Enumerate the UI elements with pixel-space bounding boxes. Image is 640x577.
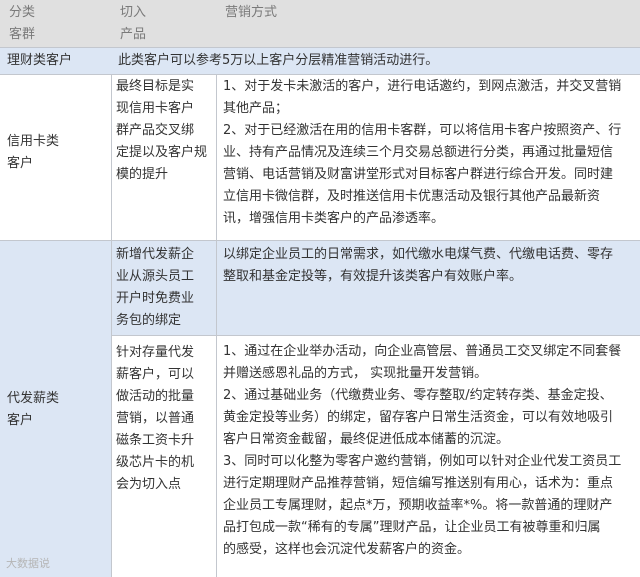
credit-category-cell: 信用卡类 客户	[0, 74, 111, 240]
table-row-credit: 信用卡类 客户 最终目标是实 现信用卡客户 群产品交叉绑 定提以及客户规 模的提…	[0, 74, 640, 240]
header-method: 营销方式	[216, 0, 640, 47]
header-category: 分类 客群	[0, 0, 111, 47]
payroll-entry2-line: 会为切入点	[116, 477, 182, 492]
payroll-method1-line: 以绑定企业员工的日常需求，如代缴水电煤气费、代缴电话费、零存	[223, 247, 614, 262]
payroll-entry2: 针对存量代发 薪客户，可以 做活动的批量 营销，以普通 磁条工资卡升 级芯片卡的…	[111, 335, 216, 496]
payroll-method1: 以绑定企业员工的日常需求，如代缴水电煤气费、代缴电话费、零存 整取和基金定投等，…	[216, 240, 640, 288]
payroll-method2: 1、通过在企业举办活动，向企业高管层、普通员工交叉绑定不同套餐 并赠送感恩礼品的…	[216, 335, 640, 561]
payroll-method2-cell: 1、通过在企业举办活动，向企业高管层、普通员工交叉绑定不同套餐 并赠送感恩礼品的…	[216, 335, 640, 577]
payroll-method1-line: 整取和基金定投等，有效提升该类客户有效账户率。	[223, 269, 523, 284]
header-method-label: 营销方式	[225, 5, 278, 20]
wealth-category-cell: 理财类客户	[0, 47, 111, 74]
table-header: 分类 客群 切入 产品 营销方式	[0, 0, 640, 47]
grid-line	[0, 240, 640, 241]
table-row-payroll: 代发薪类 客户 新增代发薪企 业从源头员工 开户时免费业 务包的绑定 以绑定企业…	[0, 240, 640, 577]
wealth-method: 此类客户可以参考5万以上客户分层精准营销活动进行。	[118, 53, 439, 68]
grid-line	[111, 74, 112, 577]
payroll-method2-line: 黄金定投等业务）的绑定，留存客户日常生活资金，可以有效地吸引	[223, 410, 614, 425]
credit-method-line: 营销、电话营销及财富讲堂形式对目标客户群进行综合开发。同时建	[223, 167, 614, 182]
header-category-line2: 客群	[9, 27, 36, 42]
credit-entry-line: 定提以及客户规	[116, 145, 208, 160]
grid-line	[0, 74, 640, 75]
payroll-entry1-line: 开户时免费业	[116, 291, 195, 306]
credit-entry-line: 最终目标是实	[116, 79, 195, 94]
payroll-method2-line: 品打包成一款“稀有的专属”理财产品，让企业员工有被尊重和归属	[223, 520, 601, 535]
payroll-entry2-line: 针对存量代发	[116, 345, 195, 360]
credit-method-line: 1、对于发卡未激活的客户，进行电话邀约，到网点激活，并交叉营销	[223, 79, 622, 94]
payroll-category-cell: 代发薪类 客户	[0, 240, 111, 577]
payroll-entry1-line: 业从源头员工	[116, 269, 195, 284]
wealth-method-cell: 此类客户可以参考5万以上客户分层精准营销活动进行。	[111, 47, 640, 74]
payroll-entry2-line: 做活动的批量	[116, 389, 195, 404]
payroll-entry1-line: 新增代发薪企	[116, 247, 195, 262]
payroll-method2-line: 2、通过基础业务（代缴费业务、零存整取/约定转存类、基金定投、	[223, 388, 613, 403]
payroll-entry1-cell: 新增代发薪企 业从源头员工 开户时免费业 务包的绑定	[111, 240, 216, 335]
header-entry-line1: 切入	[120, 5, 147, 20]
credit-entry-line: 现信用卡客户	[116, 101, 195, 116]
watermark: 大数据说	[6, 557, 50, 570]
grid-line	[111, 335, 640, 336]
payroll-category: 代发薪类 客户	[0, 240, 111, 432]
grid-line	[0, 47, 640, 48]
payroll-category-line2: 客户	[7, 413, 34, 428]
marketing-table: 分类 客群 切入 产品 营销方式 理财类客户 此类客户可以参考5万以上客户分层精…	[0, 0, 640, 577]
credit-category-line2: 客户	[7, 156, 34, 171]
credit-category-line1: 信用卡类	[7, 134, 60, 149]
payroll-entry2-line: 磁条工资卡升	[116, 433, 195, 448]
grid-line	[216, 74, 217, 577]
payroll-method1-cell: 以绑定企业员工的日常需求，如代缴水电煤气费、代缴电话费、零存 整取和基金定投等，…	[216, 240, 640, 335]
credit-method-cell: 1、对于发卡未激活的客户，进行电话邀约，到网点激活，并交叉营销 其他产品； 2、…	[216, 74, 640, 240]
credit-entry-line: 模的提升	[116, 167, 169, 182]
table-row-wealth: 理财类客户 此类客户可以参考5万以上客户分层精准营销活动进行。	[0, 47, 640, 74]
payroll-method2-line: 企业员工专属理财，起点*万，预期收益率*%。将一款普通的理财产	[223, 498, 613, 513]
payroll-entry2-cell: 针对存量代发 薪客户，可以 做活动的批量 营销，以普通 磁条工资卡升 级芯片卡的…	[111, 335, 216, 577]
payroll-method2-line: 的感受，这样也会沉淀代发薪客户的资金。	[223, 542, 471, 557]
payroll-entry2-line: 薪客户，可以	[116, 367, 195, 382]
payroll-entry2-line: 营销，以普通	[116, 411, 195, 426]
payroll-method2-line: 1、通过在企业举办活动，向企业高管层、普通员工交叉绑定不同套餐	[223, 344, 622, 359]
header-entry-line2: 产品	[120, 27, 147, 42]
payroll-method2-line: 进行定期理财产品推荐营销，短信编写推送别有用心，话术为：重点	[223, 476, 614, 491]
credit-method-line: 立信用卡微信群，及时推送信用卡优惠活动及银行其他产品最新资	[223, 189, 601, 204]
credit-method: 1、对于发卡未激活的客户，进行电话邀约，到网点激活，并交叉营销 其他产品； 2、…	[216, 74, 640, 230]
payroll-entry1: 新增代发薪企 业从源头员工 开户时免费业 务包的绑定	[111, 240, 216, 332]
payroll-entry1-line: 务包的绑定	[116, 313, 182, 328]
payroll-method2-line: 3、同时可以化整为零客户邀约营销，例如可以针对企业代发工资员工	[223, 454, 622, 469]
credit-entry: 最终目标是实 现信用卡客户 群产品交叉绑 定提以及客户规 模的提升	[111, 74, 216, 186]
credit-entry-line: 群产品交叉绑	[116, 123, 195, 138]
credit-method-line: 其他产品；	[223, 101, 289, 116]
wealth-category: 理财类客户	[7, 53, 73, 68]
header-entry: 切入 产品	[111, 0, 216, 47]
credit-method-line: 讯，增强信用卡类客户的产品渗透率。	[223, 211, 445, 226]
payroll-category-line1: 代发薪类	[7, 391, 60, 406]
payroll-method2-line: 客户日常资金截留，最终促进低成本储蓄的沉淀。	[223, 432, 510, 447]
credit-method-line: 业、持有产品情况及连续三个月交易总额进行分类，再通过批量短信	[223, 145, 614, 160]
payroll-method2-line: 并赠送感恩礼品的方式， 实现批量开发营销。	[223, 366, 488, 381]
header-category-line1: 分类	[9, 5, 36, 20]
credit-method-line: 2、对于已经激活在用的信用卡客群，可以将信用卡客户按照资产、行	[223, 123, 622, 138]
payroll-entry2-line: 级芯片卡的机	[116, 455, 195, 470]
credit-entry-cell: 最终目标是实 现信用卡客户 群产品交叉绑 定提以及客户规 模的提升	[111, 74, 216, 240]
credit-category: 信用卡类 客户	[0, 74, 111, 175]
